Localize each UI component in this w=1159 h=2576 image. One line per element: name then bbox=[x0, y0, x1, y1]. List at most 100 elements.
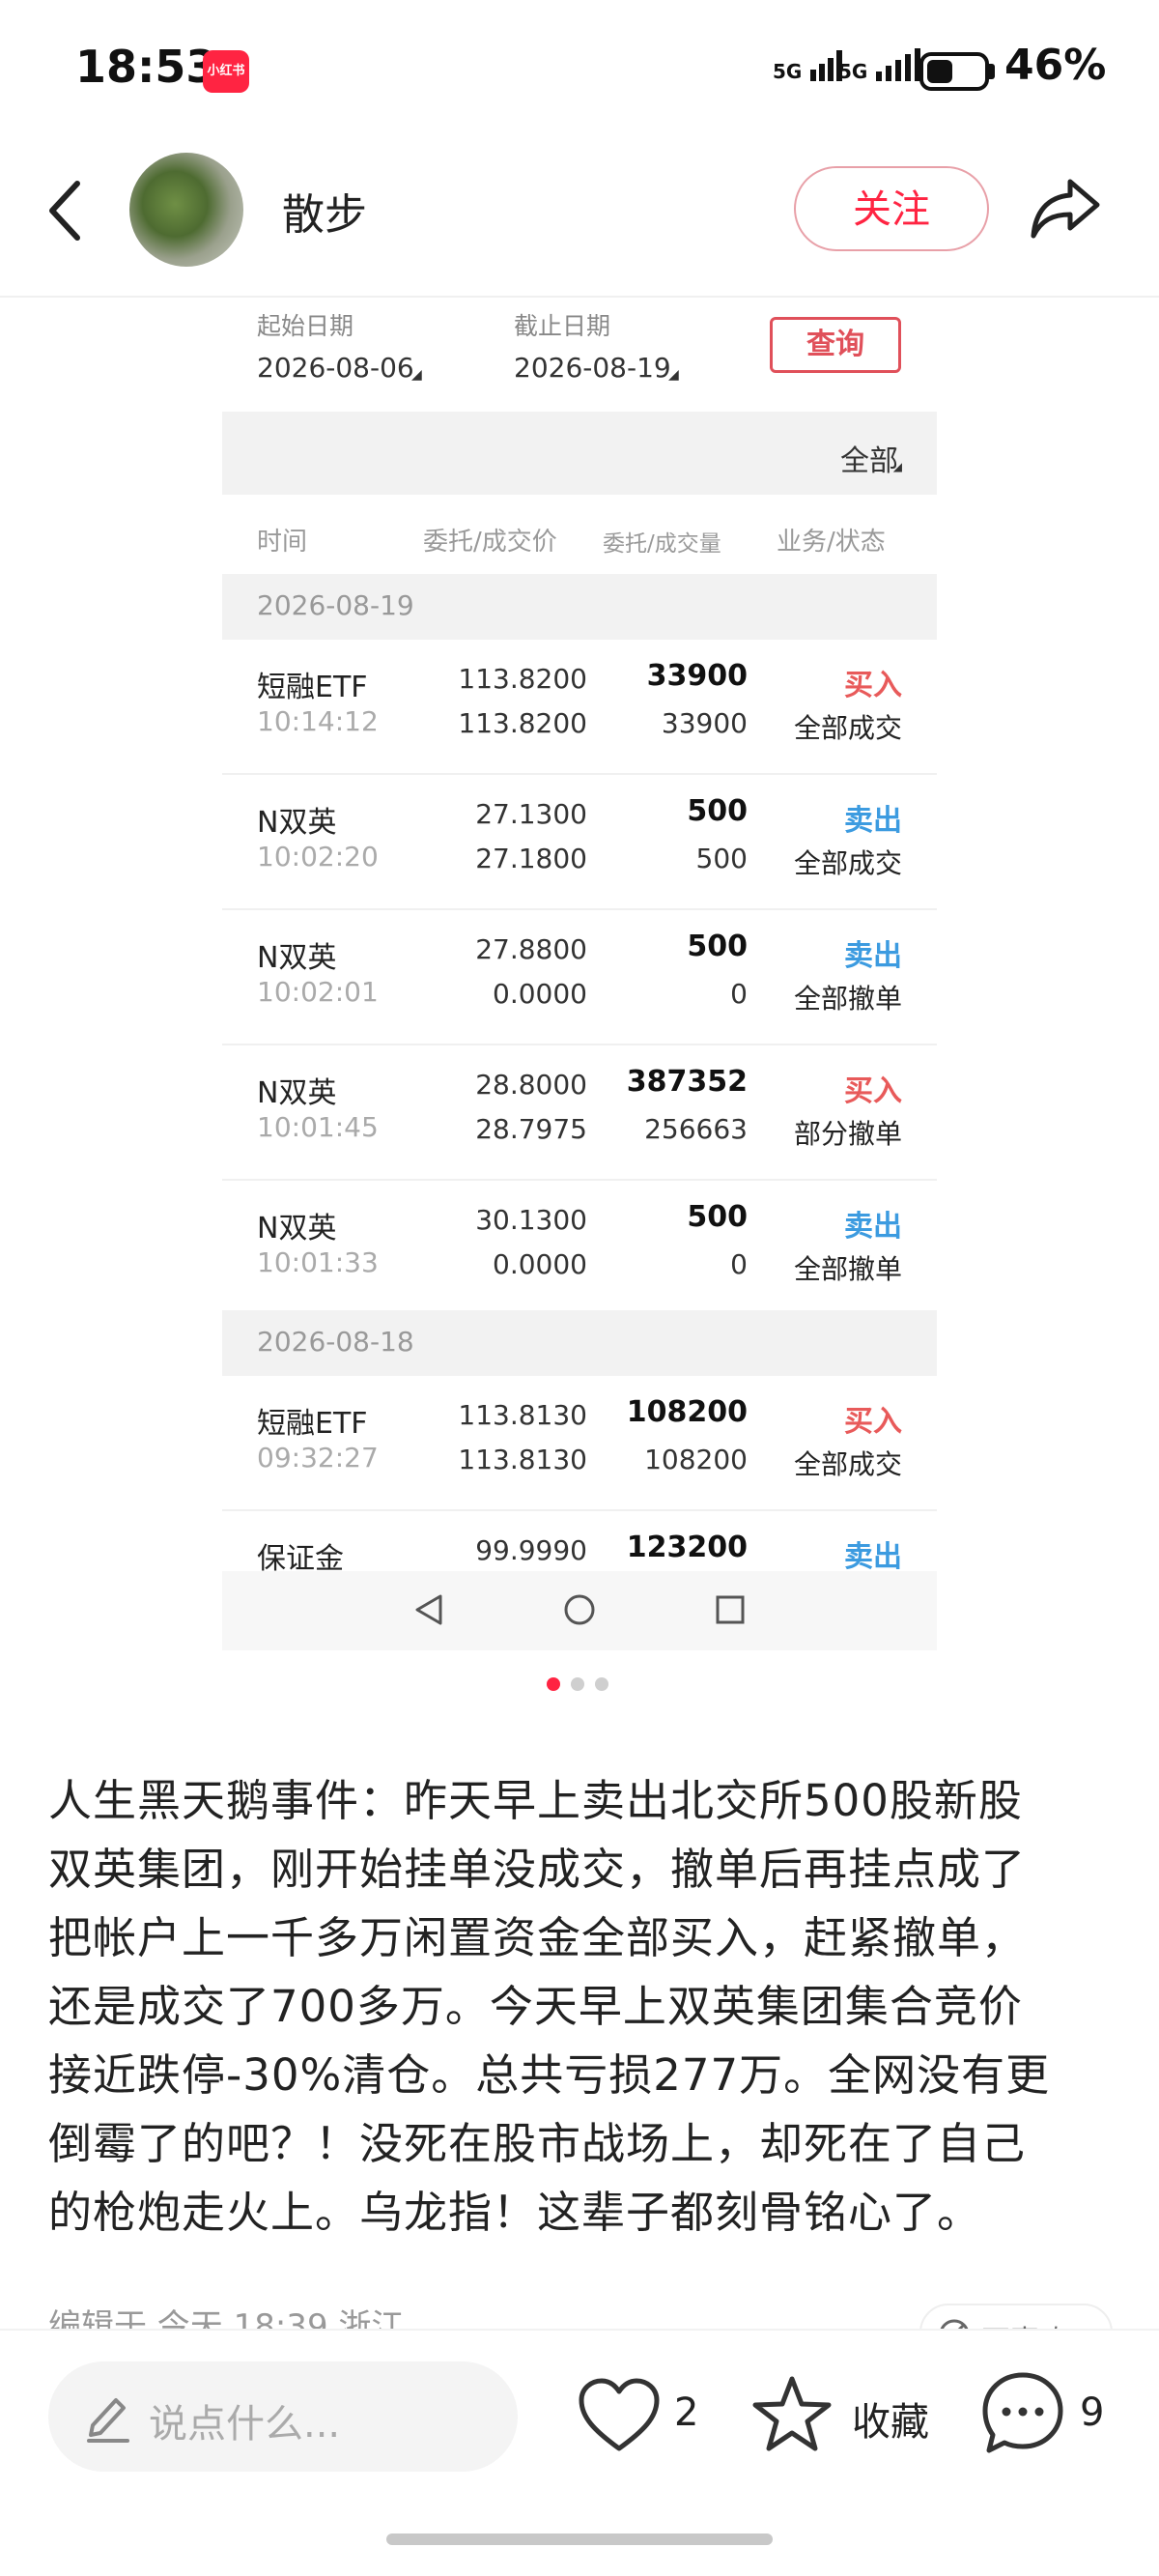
row-status: 全部成交 bbox=[793, 1448, 902, 1480]
row-qty-order: 33900 bbox=[646, 659, 748, 693]
comment-button[interactable] bbox=[979, 2369, 1066, 2456]
row-price-order: 27.8800 bbox=[475, 933, 587, 965]
post-line: 接近跌停-30%清仓。总共亏损277万。全网没有更 bbox=[48, 2049, 1051, 2101]
comment-placeholder: 说点什么... bbox=[149, 2402, 341, 2447]
row-price-order: 27.1300 bbox=[475, 798, 587, 830]
collect-button[interactable] bbox=[749, 2373, 834, 2456]
row-time: 10:01:45 bbox=[257, 1111, 379, 1143]
row-action: 买入 bbox=[844, 1074, 902, 1108]
app-badge-icon: 小红书 bbox=[203, 50, 249, 93]
row-qty-fill: 500 bbox=[695, 843, 748, 874]
end-date-label: 截止日期 bbox=[514, 312, 611, 340]
table-row: N双英 10:02:20 27.1300 27.1800 500 500 卖出 全部成交 bbox=[222, 775, 937, 910]
avatar[interactable] bbox=[129, 153, 243, 267]
row-status: 全部撤单 bbox=[793, 1253, 902, 1285]
signal-5g-icon: 5G bbox=[773, 48, 847, 83]
share-icon bbox=[1031, 179, 1100, 239]
battery-icon bbox=[919, 52, 989, 91]
carousel-dot-active[interactable] bbox=[547, 1677, 560, 1691]
row-name: N双英 bbox=[257, 1212, 337, 1245]
table-row: N双英 10:01:33 30.1300 0.0000 500 0 卖出 全部撤单 bbox=[222, 1181, 937, 1316]
row-price-fill: 113.8130 bbox=[458, 1444, 587, 1475]
signal-label: 5G bbox=[773, 60, 803, 83]
status-time: 18:53 bbox=[75, 41, 217, 93]
row-qty-order: 500 bbox=[687, 1200, 748, 1234]
row-qty-fill: 256663 bbox=[644, 1113, 748, 1145]
dropdown-corner-icon: ◢ bbox=[411, 367, 422, 383]
star-icon bbox=[752, 2376, 832, 2451]
row-time: 10:14:12 bbox=[257, 705, 379, 737]
row-qty-order: 108200 bbox=[626, 1395, 748, 1429]
pencil-icon bbox=[87, 2398, 129, 2443]
nav-back-icon bbox=[415, 1594, 442, 1625]
row-price-order: 99.9990 bbox=[475, 1534, 587, 1566]
post-body: 人生黑天鹅事件：昨天早上卖出北交所500股新股 双英集团，刚开始挂单没成交，撤单后… bbox=[48, 1766, 1120, 2247]
row-qty-order: 123200 bbox=[626, 1531, 748, 1564]
post-line: 双英集团，刚开始挂单没成交，撤单后再挂点成了 bbox=[48, 1844, 1027, 1895]
back-icon bbox=[49, 181, 80, 241]
battery-nub bbox=[989, 64, 995, 79]
query-button: 查询 bbox=[770, 317, 901, 373]
carousel-dot[interactable] bbox=[571, 1677, 584, 1691]
date-group-label: 2026-08-18 bbox=[257, 1326, 414, 1358]
follow-button[interactable]: 关注 bbox=[794, 166, 989, 251]
col-qty: 委托/成交量 bbox=[603, 531, 721, 557]
post-line: 倒霉了的吧？！没死在股市战场上，却死在了自己 bbox=[48, 2118, 1027, 2169]
author-name[interactable]: 散步 bbox=[282, 180, 367, 242]
row-price-fill: 0.0000 bbox=[493, 1248, 587, 1280]
dropdown-corner-icon-2: ◢ bbox=[668, 367, 679, 383]
row-action: 卖出 bbox=[844, 1540, 902, 1574]
row-price-order: 30.1300 bbox=[475, 1204, 587, 1236]
row-qty-fill: 0 bbox=[730, 1248, 748, 1280]
row-action: 卖出 bbox=[844, 939, 902, 973]
comment-bubble-icon bbox=[982, 2372, 1063, 2453]
post-line: 还是成交了700多万。今天早上双英集团集合竞价 bbox=[48, 1981, 1023, 2032]
table-row: N双英 10:01:45 28.8000 28.7975 387352 256663 买入部… bbox=[222, 1045, 937, 1181]
start-date-value: 2026-08-06 bbox=[257, 352, 414, 384]
nav-recents-icon bbox=[716, 1595, 745, 1624]
comment-input[interactable]: 说点什么... bbox=[48, 2361, 518, 2472]
row-status: 部分撤单 bbox=[793, 1118, 902, 1150]
filter-corner-icon: ◢ bbox=[892, 460, 902, 473]
home-indicator[interactable] bbox=[386, 2533, 773, 2545]
share-button[interactable] bbox=[1030, 174, 1103, 242]
row-status: 全部撤单 bbox=[793, 983, 902, 1015]
row-name: N双英 bbox=[257, 1076, 337, 1110]
row-name: N双英 bbox=[257, 941, 337, 975]
battery-percent: 46% bbox=[1004, 41, 1107, 90]
row-price-fill: 28.7975 bbox=[475, 1113, 587, 1145]
signal-5g-icon-2: 5G bbox=[838, 48, 924, 83]
post-line: 把帐户上一千多万闲置资金全部买入，赶紧撤单， bbox=[48, 1912, 1027, 1963]
row-action: 买入 bbox=[844, 1405, 902, 1439]
row-time: 10:02:20 bbox=[257, 841, 379, 873]
post-line: 的枪炮走火上。乌龙指！这辈子都刻骨铭心了。 bbox=[48, 2187, 982, 2238]
row-action: 卖出 bbox=[844, 1210, 902, 1244]
row-time: 09:32:27 bbox=[257, 1442, 379, 1474]
date-group-label: 2026-08-19 bbox=[257, 589, 414, 621]
post-image[interactable]: 起始日期 2026-08-06 ◢ 截止日期 2026-08-19 ◢ 查询 全… bbox=[222, 298, 937, 1650]
row-price-fill: 113.8200 bbox=[458, 707, 587, 739]
carousel-dot[interactable] bbox=[595, 1677, 608, 1691]
col-status: 业务/状态 bbox=[777, 528, 886, 557]
filter-all: 全部 bbox=[840, 444, 898, 478]
row-qty-fill: 108200 bbox=[644, 1444, 748, 1475]
row-qty-order: 387352 bbox=[626, 1065, 748, 1099]
col-price: 委托/成交价 bbox=[423, 528, 557, 557]
row-action: 买入 bbox=[844, 669, 902, 702]
row-name: 短融ETF bbox=[257, 671, 368, 704]
row-qty-fill: 33900 bbox=[661, 707, 748, 739]
date-group-header: 2026-08-19 bbox=[222, 574, 937, 640]
date-group-header: 2026-08-18 bbox=[222, 1310, 937, 1376]
row-price-order: 113.8130 bbox=[458, 1399, 587, 1431]
like-button[interactable] bbox=[576, 2375, 663, 2456]
table-row: 短融ETF 10:14:12 113.8200 113.8200 33900 33900 买… bbox=[222, 640, 937, 775]
row-price-order: 113.8200 bbox=[458, 663, 587, 695]
end-date-value: 2026-08-19 bbox=[514, 352, 671, 384]
row-status: 全部成交 bbox=[793, 847, 902, 879]
comment-count: 9 bbox=[1080, 2390, 1105, 2435]
nav-home-icon bbox=[564, 1594, 595, 1625]
back-button[interactable] bbox=[39, 172, 97, 249]
row-price-fill: 0.0000 bbox=[493, 978, 587, 1010]
row-qty-order: 500 bbox=[687, 930, 748, 963]
table-row: N双英 10:02:01 27.8800 0.0000 500 0 卖出 全部撤单 bbox=[222, 910, 937, 1045]
